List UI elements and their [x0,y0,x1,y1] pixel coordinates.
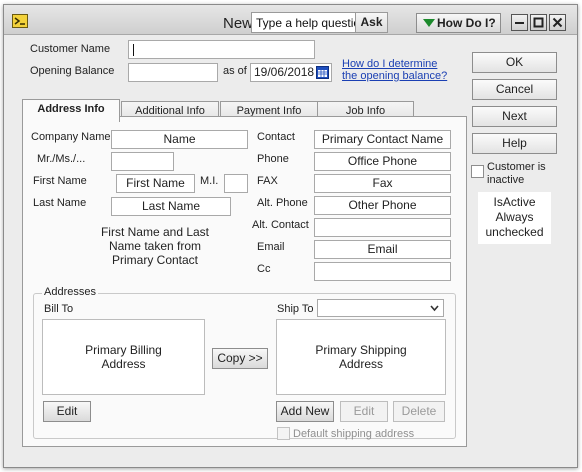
how-do-i-button[interactable]: How Do I? [416,13,501,33]
company-name-field[interactable]: Name [111,130,248,149]
name-note-line3: Primary Contact [111,253,199,267]
minimize-button[interactable] [511,14,528,31]
copy-address-button[interactable]: Copy >> [212,348,268,369]
as-of-label: as of [223,65,247,77]
inactive-label-line1: Customer is [487,161,546,173]
customer-inactive-checkbox[interactable] [471,165,484,178]
bill-to-line2: Address [101,357,146,371]
name-note-line2: Name taken from [108,239,202,253]
addresses-group-title: Addresses [42,286,98,298]
app-icon [12,14,28,28]
isactive-annotation: IsActive Always unchecked [478,192,551,244]
salutation-label: Mr./Ms./... [37,153,86,165]
first-name-field[interactable]: First Name [116,174,195,193]
add-new-ship-address-button[interactable]: Add New [276,401,334,422]
contact-field[interactable]: Primary Contact Name [314,130,451,149]
alt-phone-label: Alt. Phone [257,197,308,209]
ship-to-address-text: Primary Shipping Address [315,343,406,371]
minimize-icon [515,22,524,24]
bill-to-edit-button[interactable]: Edit [43,401,91,422]
alt-contact-label: Alt. Contact [252,219,309,231]
customer-inactive-label: Customer is inactive [487,161,546,187]
address-info-panel: Company Name Name Mr./Ms./... First Name… [22,116,467,447]
cancel-button[interactable]: Cancel [472,79,557,100]
as-of-date-value: 19/06/2018 [254,65,315,79]
default-shipping-label: Default shipping address [293,428,415,440]
close-button[interactable] [549,14,566,31]
contact-label: Contact [257,131,295,143]
ok-button[interactable]: OK [472,52,557,73]
cc-field[interactable] [314,262,451,281]
text-cursor [133,43,134,56]
bill-to-line1: Primary Billing [85,343,162,357]
help-link-line2: the opening balance? [342,70,448,82]
first-name-label: First Name [33,175,87,187]
bill-to-address-text: Primary Billing Address [85,343,162,371]
delete-ship-address-button[interactable]: Delete [393,401,445,422]
help-link-line1: How do I determine [342,58,438,70]
calendar-icon[interactable] [316,66,329,79]
name-note-line1: First Name and Last [100,225,210,239]
last-name-label: Last Name [33,197,87,209]
customer-name-label: Customer Name [30,43,111,55]
new-customer-window: New Type a help question Ask How Do I? C… [3,4,578,468]
bill-to-label: Bill To [44,303,74,315]
title-bar: New Type a help question Ask How Do I? [4,5,577,35]
email-label: Email [257,241,285,253]
help-button[interactable]: Help [472,133,557,154]
ask-button[interactable]: Ask [355,13,387,32]
opening-balance-help-link[interactable]: How do I determine the opening balance? [342,58,447,82]
ship-to-edit-button[interactable]: Edit [340,401,388,422]
window-title: New [223,15,254,32]
cc-label: Cc [257,263,271,275]
alt-phone-field[interactable]: Other Phone [314,196,451,215]
chevron-down-icon [423,19,435,27]
tab-address-info[interactable]: Address Info [22,99,120,122]
note-line1: IsActive [493,195,536,209]
ship-to-address-box[interactable]: Primary Shipping Address [276,319,446,395]
how-do-i-label: How Do I? [437,16,496,30]
name-source-note: First Name and Last Name taken from Prim… [85,225,225,267]
ship-to-select[interactable] [317,299,444,317]
customer-name-field[interactable] [128,40,315,59]
note-line2: Always [495,210,534,224]
note-line3: unchecked [485,225,544,239]
salutation-field[interactable] [111,152,174,171]
opening-balance-label: Opening Balance [30,65,115,77]
close-icon [552,17,563,28]
company-name-label: Company Name [31,131,111,143]
phone-field[interactable]: Office Phone [314,152,451,171]
help-search-input[interactable]: Type a help question [256,16,367,30]
addresses-group: Addresses Bill To Primary Billing Addres… [33,286,456,440]
help-search-box[interactable]: Type a help question Ask [251,12,388,33]
ship-to-label: Ship To [277,303,314,315]
maximize-icon [533,17,544,28]
email-field[interactable]: Email [314,240,451,259]
fax-label: FAX [257,175,278,187]
mi-field[interactable] [224,174,248,193]
next-button[interactable]: Next [472,106,557,127]
default-shipping-checkbox[interactable] [277,427,290,440]
opening-balance-field[interactable] [128,63,218,82]
phone-label: Phone [257,153,289,165]
fax-field[interactable]: Fax [314,174,451,193]
inactive-label-line2: inactive [487,174,525,186]
last-name-field[interactable]: Last Name [111,197,231,216]
ship-to-line1: Primary Shipping [315,343,407,357]
as-of-date-field[interactable]: 19/06/2018 [250,63,332,82]
ship-to-line2: Address [338,357,384,371]
bill-to-address-box[interactable]: Primary Billing Address [42,319,205,395]
chevron-down-icon [430,305,439,312]
alt-contact-field[interactable] [314,218,451,237]
maximize-button[interactable] [530,14,547,31]
mi-label: M.I. [200,175,219,187]
